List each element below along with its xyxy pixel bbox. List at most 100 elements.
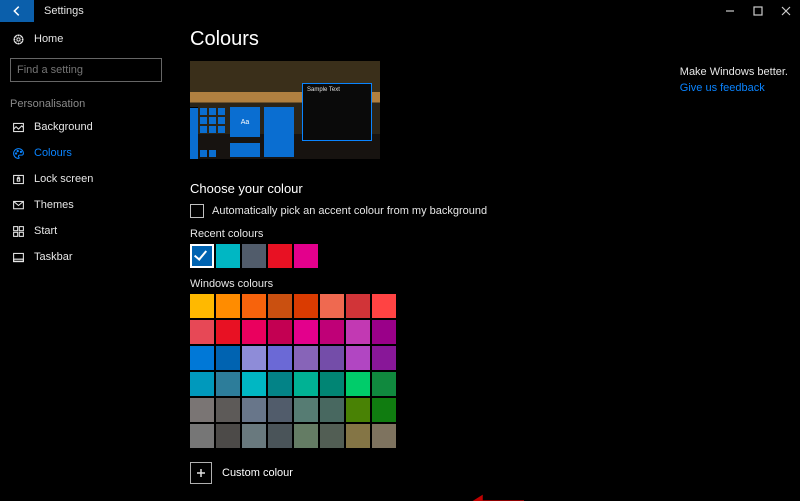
custom-colour-label: Custom colour	[222, 467, 293, 479]
windows-colours-grid	[190, 294, 396, 448]
windows-colour-swatch[interactable]	[242, 424, 266, 448]
colour-preview: Aa Sample Text	[190, 61, 380, 165]
sidebar-item-label: Taskbar	[34, 251, 73, 263]
search-input[interactable]	[10, 58, 162, 82]
windows-colour-swatch[interactable]	[216, 294, 240, 318]
maximize-button[interactable]	[744, 0, 772, 22]
windows-colour-swatch[interactable]	[346, 346, 370, 370]
sidebar-category-header: Personalisation	[0, 90, 172, 114]
sidebar-home[interactable]: Home	[0, 26, 172, 52]
windows-colour-swatch[interactable]	[242, 320, 266, 344]
picture-icon	[10, 121, 26, 134]
sidebar: Home Personalisation Background Colours …	[0, 22, 172, 501]
minimize-icon	[725, 6, 735, 16]
windows-colour-swatch[interactable]	[268, 346, 292, 370]
windows-colour-swatch[interactable]	[346, 398, 370, 422]
custom-colour-button[interactable]	[190, 462, 212, 484]
preview-window-text: Sample Text	[303, 84, 371, 98]
windows-colour-swatch[interactable]	[294, 424, 318, 448]
windows-colour-swatch[interactable]	[320, 320, 344, 344]
windows-colour-swatch[interactable]	[372, 372, 396, 396]
recent-colour-swatch[interactable]	[294, 244, 318, 268]
window-title: Settings	[34, 0, 94, 22]
windows-colour-swatch[interactable]	[216, 424, 240, 448]
auto-accent-label: Automatically pick an accent colour from…	[212, 205, 487, 217]
windows-colour-swatch[interactable]	[372, 346, 396, 370]
windows-colour-swatch[interactable]	[216, 398, 240, 422]
sidebar-item-themes[interactable]: Themes	[0, 192, 172, 218]
windows-colour-swatch[interactable]	[372, 424, 396, 448]
windows-colour-swatch[interactable]	[320, 424, 344, 448]
sidebar-item-label: Background	[34, 121, 93, 133]
sidebar-item-label: Start	[34, 225, 57, 237]
windows-colour-swatch[interactable]	[190, 372, 214, 396]
windows-colour-swatch[interactable]	[242, 346, 266, 370]
windows-colour-swatch[interactable]	[190, 294, 214, 318]
windows-colour-swatch[interactable]	[242, 398, 266, 422]
start-icon	[10, 225, 26, 238]
windows-colour-swatch[interactable]	[190, 320, 214, 344]
plus-icon	[196, 468, 206, 478]
windows-colour-swatch[interactable]	[320, 372, 344, 396]
sidebar-item-taskbar[interactable]: Taskbar	[0, 244, 172, 270]
sidebar-item-lockscreen[interactable]: Lock screen	[0, 166, 172, 192]
back-arrow-icon	[10, 4, 24, 18]
windows-colour-swatch[interactable]	[294, 320, 318, 344]
sidebar-item-background[interactable]: Background	[0, 114, 172, 140]
windows-colour-swatch[interactable]	[346, 320, 370, 344]
windows-colour-swatch[interactable]	[346, 372, 370, 396]
windows-colour-swatch[interactable]	[268, 424, 292, 448]
sidebar-item-label: Lock screen	[34, 173, 93, 185]
back-button[interactable]	[0, 0, 34, 22]
windows-colour-swatch[interactable]	[190, 398, 214, 422]
main-panel: Colours Aa Sample Text Choose your colou…	[172, 22, 800, 501]
sidebar-item-label: Colours	[34, 147, 72, 159]
annotation-arrow	[472, 494, 524, 501]
close-icon	[781, 6, 791, 16]
recent-colour-swatch[interactable]	[190, 244, 214, 268]
windows-colour-swatch[interactable]	[320, 294, 344, 318]
recent-colour-swatch[interactable]	[268, 244, 292, 268]
windows-colour-swatch[interactable]	[294, 294, 318, 318]
windows-colour-swatch[interactable]	[268, 294, 292, 318]
close-button[interactable]	[772, 0, 800, 22]
windows-colour-swatch[interactable]	[294, 398, 318, 422]
preview-tile-label: Aa	[230, 107, 260, 137]
choose-colour-heading: Choose your colour	[190, 181, 800, 196]
windows-colour-swatch[interactable]	[320, 398, 344, 422]
taskbar-icon	[10, 251, 26, 264]
sidebar-home-label: Home	[34, 33, 63, 45]
windows-colour-swatch[interactable]	[268, 398, 292, 422]
windows-colour-swatch[interactable]	[242, 372, 266, 396]
auto-accent-checkbox[interactable]: Automatically pick an accent colour from…	[190, 204, 800, 218]
windows-colour-swatch[interactable]	[320, 346, 344, 370]
sidebar-item-start[interactable]: Start	[0, 218, 172, 244]
windows-colour-swatch[interactable]	[268, 372, 292, 396]
recent-colour-swatch[interactable]	[242, 244, 266, 268]
windows-colour-swatch[interactable]	[268, 320, 292, 344]
sidebar-item-colours[interactable]: Colours	[0, 140, 172, 166]
windows-colour-swatch[interactable]	[346, 294, 370, 318]
windows-colour-swatch[interactable]	[294, 372, 318, 396]
windows-colour-swatch[interactable]	[372, 320, 396, 344]
feedback-link[interactable]: Give us feedback	[680, 82, 788, 94]
recent-colours-grid	[190, 244, 318, 268]
windows-colour-swatch[interactable]	[294, 346, 318, 370]
windows-colour-swatch[interactable]	[216, 372, 240, 396]
lock-icon	[10, 173, 26, 186]
windows-colour-swatch[interactable]	[372, 398, 396, 422]
recent-colour-swatch[interactable]	[216, 244, 240, 268]
sidebar-item-label: Themes	[34, 199, 74, 211]
feedback-panel: Make Windows better. Give us feedback	[680, 66, 788, 94]
windows-colour-swatch[interactable]	[190, 424, 214, 448]
search-field[interactable]	[17, 64, 159, 76]
windows-colour-swatch[interactable]	[190, 346, 214, 370]
feedback-heading: Make Windows better.	[680, 66, 788, 78]
windows-colour-swatch[interactable]	[346, 424, 370, 448]
minimize-button[interactable]	[716, 0, 744, 22]
windows-colour-swatch[interactable]	[216, 320, 240, 344]
windows-colour-swatch[interactable]	[372, 294, 396, 318]
windows-colour-swatch[interactable]	[216, 346, 240, 370]
home-icon	[10, 33, 26, 46]
windows-colour-swatch[interactable]	[242, 294, 266, 318]
